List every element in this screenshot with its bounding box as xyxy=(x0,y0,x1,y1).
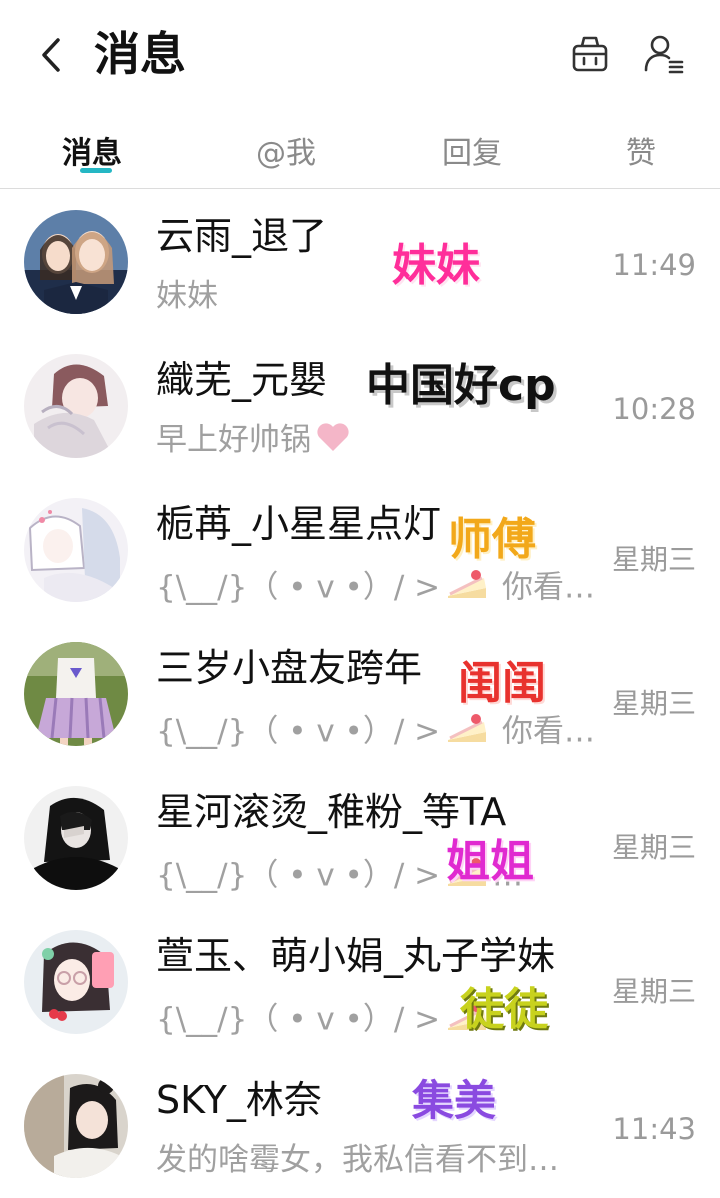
tab-bar: 消息 @我 回复 赞 xyxy=(0,110,720,188)
conversation-name: 織芜_元嬰 xyxy=(156,358,328,402)
active-tab-indicator xyxy=(80,168,112,173)
conversation-row[interactable]: 三岁小盘友跨年 {\__/}（ • v •）/ > 你看… 星期三 闺闺 xyxy=(0,622,720,766)
conversation-name: 萱玉、萌小娟_丸子学妹 xyxy=(156,934,556,978)
conversation-name: 云雨_退了 xyxy=(156,214,328,258)
avatar xyxy=(24,354,128,458)
tab-mentions[interactable]: @我 xyxy=(256,128,316,172)
conversation-name: 栀苒_小星星点灯 xyxy=(156,502,442,546)
conversation-name: 三岁小盘友跨年 xyxy=(156,646,423,690)
conversation-row[interactable]: 云雨_退了 妹妹 11:49 妹妹 xyxy=(0,190,720,334)
basket-icon[interactable] xyxy=(568,32,612,76)
preview-text: {\__/}（ • v •）/ > xyxy=(156,857,441,894)
conversation-time: 星期三 xyxy=(611,831,696,864)
header-bar: 消息 xyxy=(0,0,720,110)
conversation-row[interactable]: 栀苒_小星星点灯 {\__/}（ • v •）/ > 你看… 星期三 师傅 xyxy=(0,478,720,622)
conversation-row[interactable]: 萱玉、萌小娟_丸子学妹 {\__/}（ • v •）/ > 星期三 徒徒 xyxy=(0,910,720,1054)
cake-icon xyxy=(444,852,492,902)
conversation-name: 星河滚烫_稚粉_等TA xyxy=(156,790,507,834)
avatar xyxy=(24,1074,128,1178)
conversation-time: 10:28 xyxy=(612,392,696,426)
preview-text: 早上好帅锅 xyxy=(156,422,311,458)
conversation-preview: 发的啥霉女，我私信看不到… xyxy=(156,1142,559,1178)
sticker-label: 师傅 xyxy=(448,514,536,565)
avatar xyxy=(24,210,128,314)
conversation-time: 星期三 xyxy=(611,543,696,576)
preview-tail: 你看… xyxy=(501,713,595,750)
conversation-time: 星期三 xyxy=(611,687,696,720)
sticker-label: 闺闺 xyxy=(458,658,546,709)
tab-messages[interactable]: 消息 xyxy=(62,128,122,172)
conversation-time: 11:43 xyxy=(612,1112,696,1146)
tab-replies[interactable]: 回复 xyxy=(442,128,502,172)
preview-text: {\__/}（ • v •）/ > xyxy=(156,713,441,750)
sticker-label: 妹妹 xyxy=(392,240,480,291)
conversation-preview: {\__/}（ • v •）/ > 你看… xyxy=(156,564,595,614)
preview-text: {\__/}（ • v •）/ > xyxy=(156,1001,441,1038)
heart-icon xyxy=(315,421,351,463)
cake-icon xyxy=(444,996,492,1046)
avatar xyxy=(24,642,128,746)
conversation-name: SKY_林奈 xyxy=(156,1078,322,1122)
conversation-row[interactable]: 星河滚烫_稚粉_等TA {\__/}（ • v •）/ >… 星期三 姐姐 xyxy=(0,766,720,910)
user-list-icon[interactable] xyxy=(642,32,686,76)
conversation-preview: {\__/}（ • v •）/ > xyxy=(156,996,492,1046)
sticker-label: 集美 xyxy=(412,1076,497,1125)
cake-icon xyxy=(444,708,492,758)
avatar xyxy=(24,930,128,1034)
page-title: 消息 xyxy=(94,27,186,81)
conversation-preview: {\__/}（ • v •）/ > … xyxy=(156,852,523,902)
chevron-left-icon[interactable] xyxy=(34,32,70,78)
sticker-label: 中国好cp xyxy=(366,360,556,411)
conversation-time: 星期三 xyxy=(611,975,696,1008)
conversation-preview: {\__/}（ • v •）/ > 你看… xyxy=(156,708,595,758)
conversation-preview: 妹妹 xyxy=(156,278,218,314)
conversation-preview: 早上好帅锅 xyxy=(156,420,351,463)
tab-likes[interactable]: 赞 xyxy=(626,128,656,172)
cake-icon xyxy=(444,564,492,614)
preview-tail: … xyxy=(492,857,524,894)
preview-tail: 你看… xyxy=(501,569,595,606)
tabs-divider xyxy=(0,188,720,189)
conversation-time: 11:49 xyxy=(612,248,696,282)
preview-text: {\__/}（ • v •）/ > xyxy=(156,569,441,606)
avatar xyxy=(24,498,128,602)
conversation-row[interactable]: SKY_林奈 发的啥霉女，我私信看不到… 11:43 集美 xyxy=(0,1054,720,1198)
avatar xyxy=(24,786,128,890)
conversation-row[interactable]: 織芜_元嬰 早上好帅锅 10:28 中国好cp xyxy=(0,334,720,478)
